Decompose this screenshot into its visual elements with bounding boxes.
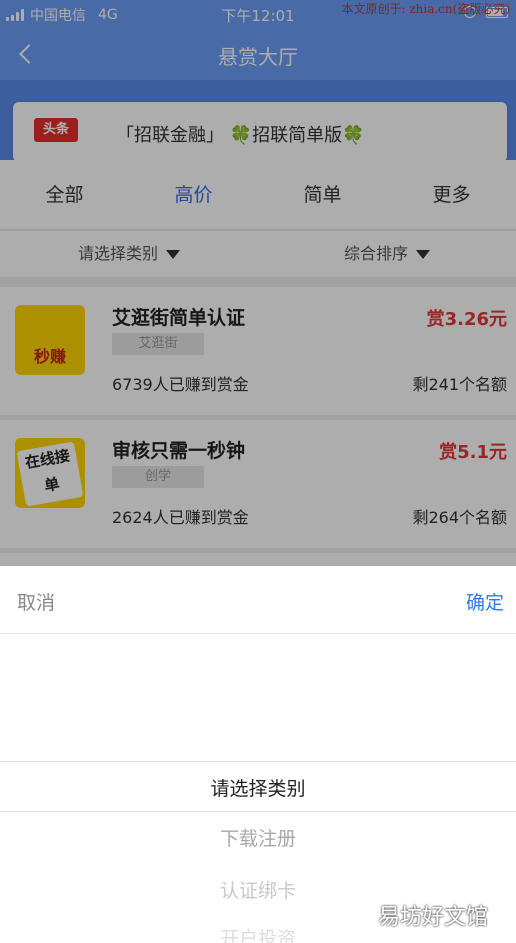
picker-option-selected[interactable]: 请选择类别 (0, 774, 516, 801)
cancel-button[interactable]: 取消 (17, 588, 55, 615)
category-picker-sheet: 取消 确定 请选择类别 下载注册 认证绑卡 开户投资 易坊好文馆 (0, 566, 516, 943)
picker-toolbar: 取消 确定 (0, 566, 516, 634)
corner-watermark: 易坊好文馆 (377, 905, 488, 930)
picker-option[interactable]: 下载注册 (0, 824, 516, 851)
confirm-button[interactable]: 确定 (466, 588, 504, 615)
modal-overlay[interactable] (0, 0, 516, 566)
